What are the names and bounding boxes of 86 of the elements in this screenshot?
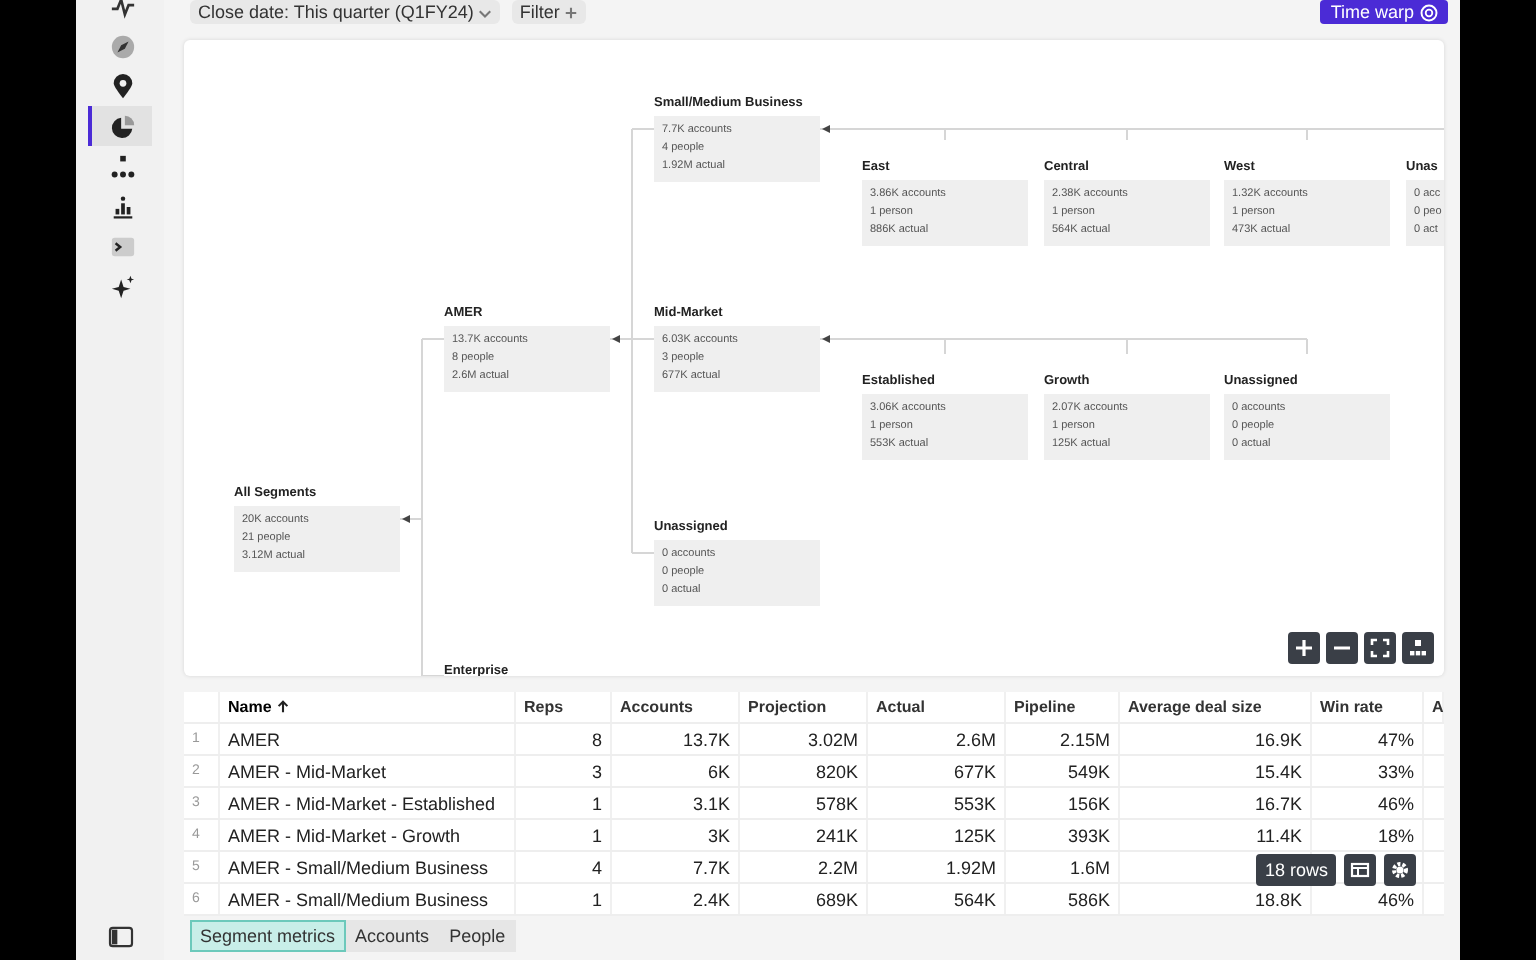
table-cell: 46%	[1377, 889, 1414, 909]
table-cell: 2.15M	[1059, 729, 1110, 749]
fit-view-button[interactable]	[1364, 632, 1396, 664]
table-cell: 1	[591, 825, 602, 845]
podium-icon	[109, 193, 135, 219]
column-header[interactable]: Reps	[516, 692, 612, 722]
table-cell: AMER - Small/Medium Business	[228, 889, 489, 909]
table-cell: AMER - Mid-Market - Established	[228, 793, 496, 813]
table-cell: 6K	[707, 761, 730, 781]
table-cell: 47%	[1377, 729, 1414, 749]
row-count-badge: 18 rows	[1256, 854, 1336, 886]
table-cell: 13.7K	[682, 729, 730, 749]
plus-icon	[1294, 638, 1314, 658]
sidebar-item[interactable]	[88, 106, 152, 146]
compass-icon	[109, 33, 135, 59]
table-cell: 393K	[1067, 825, 1110, 845]
table-cell: 553K	[953, 793, 996, 813]
table-cell: 564K	[953, 889, 996, 909]
column-header[interactable]: Pipeline	[1006, 692, 1120, 722]
table-cell: 156K	[1067, 793, 1110, 813]
pulse-icon	[109, 0, 135, 19]
table-cell: 689K	[815, 889, 858, 909]
table-cell: 3	[591, 761, 602, 781]
hierarchy-icon	[1408, 638, 1428, 658]
terminal-icon	[109, 233, 135, 259]
table-cell: 16.7K	[1254, 793, 1302, 813]
table-cell: 677K	[953, 761, 996, 781]
column-header[interactable]: Average deal size	[1120, 692, 1312, 722]
sort-arrow-icon	[275, 700, 290, 714]
table-cell: AMER	[228, 729, 281, 749]
table-cell: 11.4K	[1256, 825, 1302, 845]
table-cell: 549K	[1067, 761, 1110, 781]
filter-chip[interactable]: Filter	[511, 0, 586, 24]
table-cell: AMER - Mid-Market	[228, 761, 387, 781]
sheet-tab[interactable]: People	[439, 920, 516, 952]
table-view-button[interactable]	[1344, 854, 1376, 886]
settings-icon	[1390, 860, 1410, 880]
table-cell: 2.2M	[817, 857, 858, 877]
table-cell: 33%	[1377, 761, 1414, 781]
table-cell: 3.02M	[807, 729, 858, 749]
column-header[interactable]: Actual	[868, 692, 1006, 722]
sparkle-icon	[109, 273, 135, 299]
zoom-out-button[interactable]	[1326, 632, 1358, 664]
table-icon	[1350, 860, 1370, 880]
fullscreen-icon	[1370, 638, 1390, 658]
column-header[interactable]: Projection	[740, 692, 868, 722]
table-cell: 125K	[953, 825, 996, 845]
hierarchy-icon	[109, 153, 135, 179]
table-cell: 2.4K	[692, 889, 730, 909]
table-cell: 3K	[707, 825, 730, 845]
table-cell: AMER - Small/Medium Business	[228, 857, 489, 877]
filter-chip[interactable]: Close date: This quarter (Q1FY24)	[190, 0, 500, 24]
settings-button[interactable]	[1384, 854, 1416, 886]
table-cell: 4	[591, 857, 602, 877]
plus-icon	[563, 5, 578, 19]
table-cell: 1	[591, 793, 602, 813]
table-cell: 578K	[815, 793, 858, 813]
zoom-in-button[interactable]	[1288, 632, 1320, 664]
time-warp-button[interactable]: Time warp	[1320, 0, 1448, 24]
column-header[interactable]: Name	[220, 692, 516, 722]
table-cell: 15.4K	[1254, 761, 1302, 781]
column-header[interactable]: A	[1424, 692, 1444, 722]
table-cell: 586K	[1067, 889, 1110, 909]
table-cell: 241K	[815, 825, 858, 845]
sheet-tab[interactable]: Segment metrics	[190, 920, 346, 952]
table-cell: 2.6M	[955, 729, 996, 749]
table-cell: 1.6M	[1069, 857, 1110, 877]
panel-toggle-icon[interactable]	[107, 926, 133, 948]
sheet-tab[interactable]: Accounts	[345, 920, 440, 952]
table-cell: 18.8K	[1254, 889, 1302, 909]
table-cell: 16.9K	[1254, 729, 1302, 749]
table-cell: 46%	[1377, 793, 1414, 813]
caret-icon	[477, 5, 492, 19]
table-cell: 820K	[815, 761, 858, 781]
pie-chart-icon	[109, 113, 135, 139]
table-cell: 1.92M	[945, 857, 996, 877]
column-header[interactable]: Win rate	[1312, 692, 1424, 722]
table-cell: AMER - Mid-Market - Growth	[228, 825, 461, 845]
layout-button[interactable]	[1402, 632, 1434, 664]
column-header[interactable]: Accounts	[612, 692, 740, 722]
table-cell: 18%	[1377, 825, 1414, 845]
table-cell: 1	[591, 889, 602, 909]
table-cell: 3.1K	[692, 793, 730, 813]
table-cell: 8	[591, 729, 602, 749]
map-pin-icon	[109, 73, 135, 99]
table-cell: 7.7K	[692, 857, 730, 877]
